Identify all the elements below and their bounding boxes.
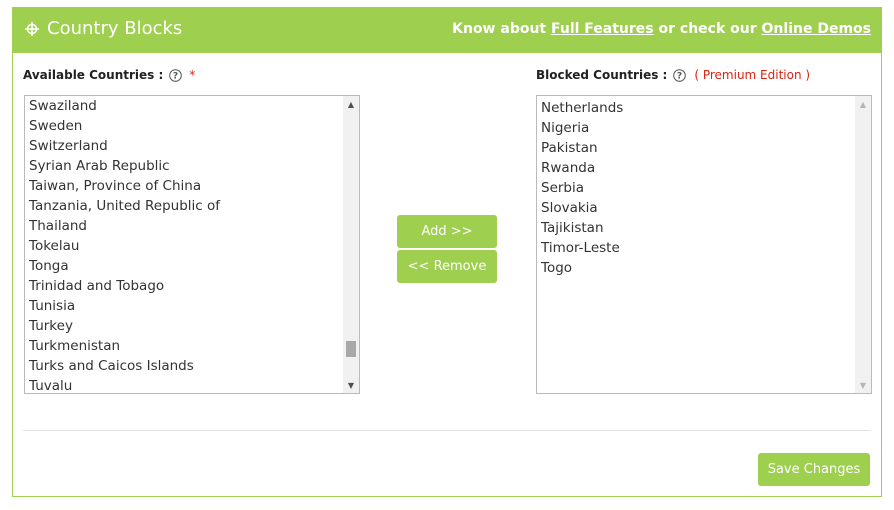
blocked-scrollbar[interactable]: ▲ ▼ [855, 96, 871, 393]
page-title: Country Blocks [47, 18, 183, 39]
crosshair-icon [25, 21, 39, 36]
list-item[interactable]: Switzerland [25, 136, 359, 156]
available-countries-list: Swaziland Sweden Switzerland Syrian Arab Re… [25, 96, 359, 393]
blocked-countries-label: Blocked Countries : [536, 68, 668, 82]
list-item[interactable]: Netherlands [537, 98, 871, 118]
list-item[interactable]: Slovakia [537, 198, 871, 218]
list-item[interactable]: Serbia [537, 178, 871, 198]
list-item[interactable]: Tokelau [25, 236, 359, 256]
list-item[interactable]: Turks and Caicos Islands [25, 356, 359, 376]
add-button[interactable]: Add >> [397, 215, 497, 248]
list-item[interactable]: Swaziland [25, 96, 359, 116]
panel-header: Country Blocks Know about Full Features … [13, 8, 881, 53]
list-item[interactable]: Thailand [25, 216, 359, 236]
svg-text:?: ? [677, 71, 682, 81]
list-item[interactable]: Nigeria [537, 118, 871, 138]
svg-text:?: ? [173, 71, 178, 81]
list-item[interactable]: Turkmenistan [25, 336, 359, 356]
blocked-countries-listbox[interactable]: Netherlands Nigeria Pakistan Rwanda Serbia Sl… [536, 95, 872, 394]
scroll-down-arrow-icon[interactable]: ▼ [855, 377, 871, 393]
available-countries-label: Available Countries : [23, 68, 164, 82]
list-item[interactable]: Trinidad and Tobago [25, 276, 359, 296]
save-changes-button[interactable]: Save Changes [758, 453, 870, 486]
list-item[interactable]: Tanzania, United Republic of [25, 196, 359, 216]
online-demos-link[interactable]: Online Demos [762, 21, 871, 37]
header-prefix-text: Know about [452, 21, 551, 37]
list-item[interactable]: Turkey [25, 316, 359, 336]
divider [23, 430, 871, 431]
scroll-up-arrow-icon[interactable]: ▲ [855, 96, 871, 112]
scroll-down-arrow-icon[interactable]: ▼ [343, 377, 359, 393]
help-icon[interactable]: ? [169, 68, 183, 82]
premium-edition-note: ( Premium Edition ) [694, 68, 811, 82]
list-item[interactable]: Sweden [25, 116, 359, 136]
scroll-up-arrow-icon[interactable]: ▲ [343, 96, 359, 112]
list-item[interactable]: Syrian Arab Republic [25, 156, 359, 176]
header-middle-text: or check our [653, 21, 762, 37]
full-features-link[interactable]: Full Features [551, 21, 654, 37]
header-title-group: Country Blocks [24, 18, 182, 39]
list-item[interactable]: Pakistan [537, 138, 871, 158]
list-item[interactable]: Togo [537, 258, 871, 278]
required-mark: * [189, 68, 196, 82]
header-links: Know about Full Features or check our On… [452, 21, 871, 37]
remove-button[interactable]: << Remove [397, 250, 497, 283]
list-item[interactable]: Rwanda [537, 158, 871, 178]
available-countries-listbox[interactable]: Swaziland Sweden Switzerland Syrian Arab Re… [24, 95, 360, 394]
scroll-thumb[interactable] [346, 341, 356, 357]
list-item[interactable]: Taiwan, Province of China [25, 176, 359, 196]
blocked-countries-label-row: Blocked Countries : ? ( Premium Edition … [536, 68, 810, 82]
list-item[interactable]: Tajikistan [537, 218, 871, 238]
list-item[interactable]: Tonga [25, 256, 359, 276]
blocked-countries-list: Netherlands Nigeria Pakistan Rwanda Serbia Sl… [537, 96, 871, 278]
available-scrollbar[interactable]: ▲ ▼ [343, 96, 359, 393]
available-countries-label-row: Available Countries : ? * [23, 68, 195, 82]
list-item[interactable]: Tunisia [25, 296, 359, 316]
country-blocks-panel: Country Blocks Know about Full Features … [12, 7, 882, 497]
help-icon[interactable]: ? [673, 68, 687, 82]
list-item[interactable]: Timor-Leste [537, 238, 871, 258]
list-item[interactable]: Tuvalu [25, 376, 359, 393]
